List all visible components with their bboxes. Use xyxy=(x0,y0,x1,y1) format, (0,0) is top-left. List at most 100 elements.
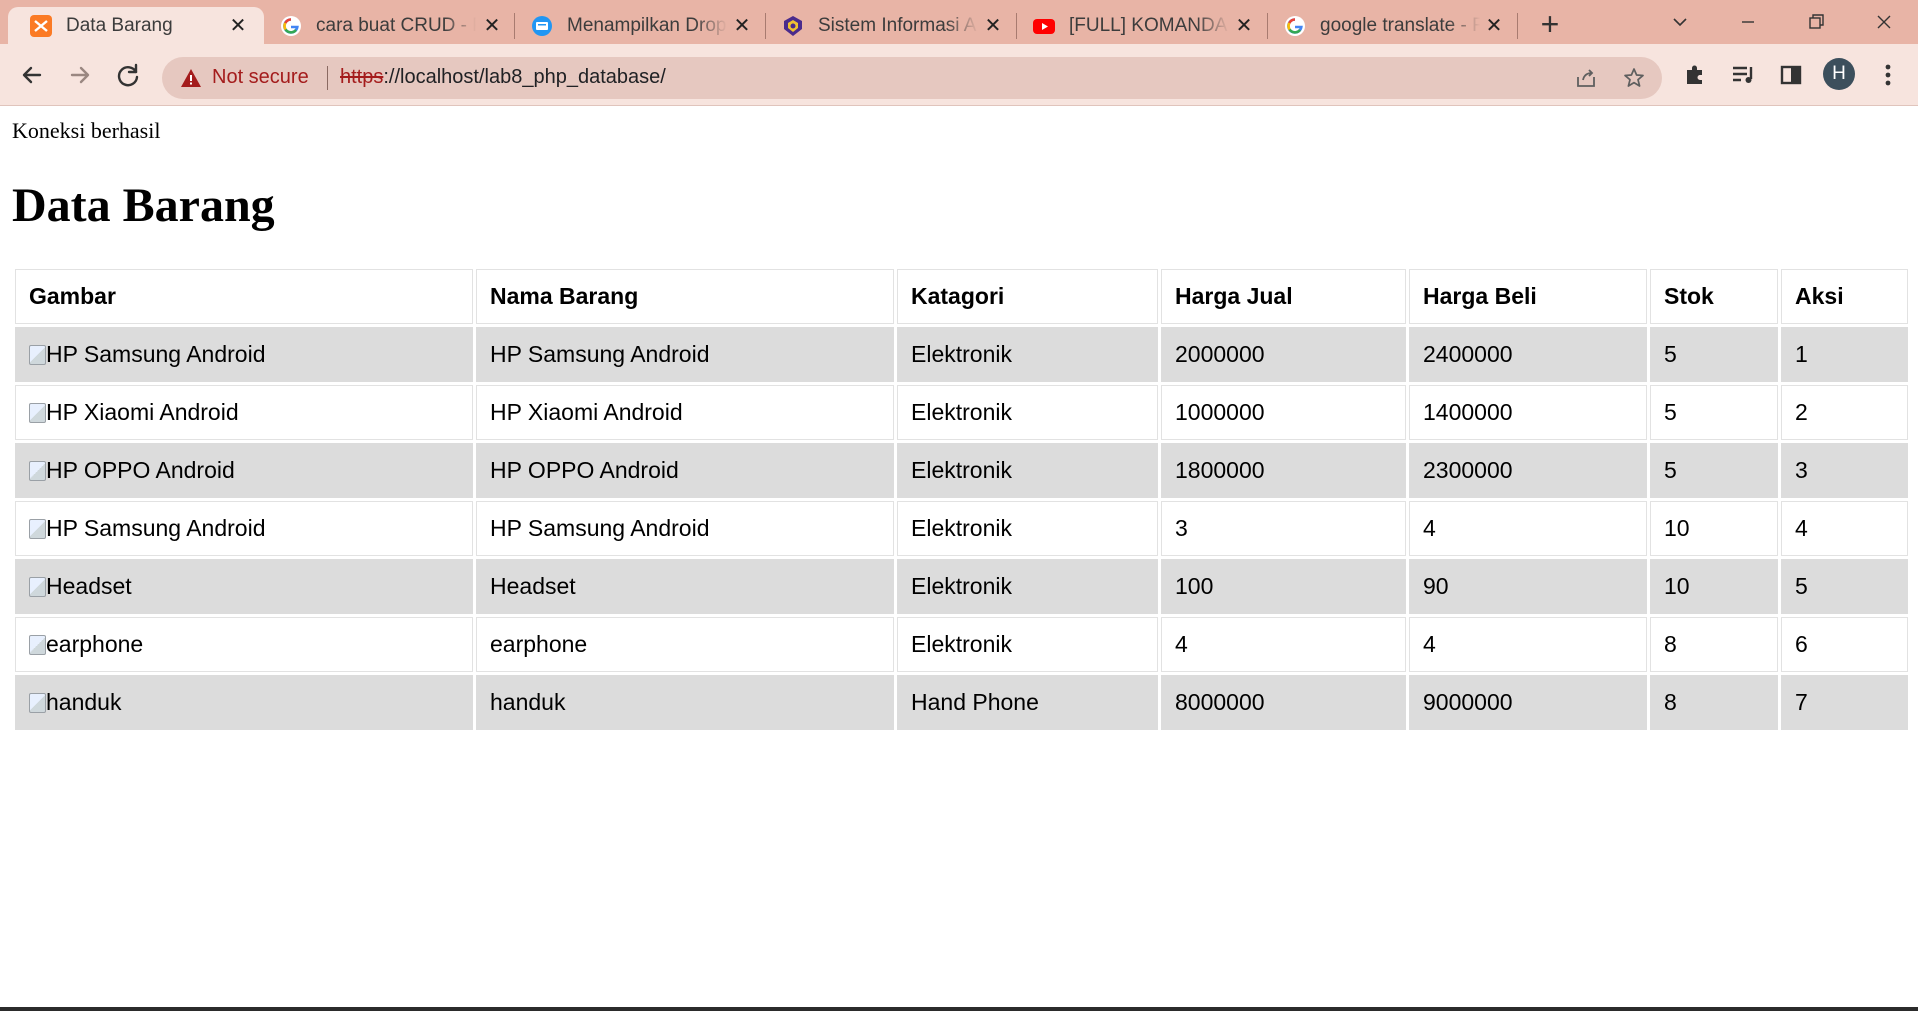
tab-menampilkan-drop[interactable]: Menampilkan Drop ✕ xyxy=(515,7,765,44)
warning-triangle-icon[interactable] xyxy=(180,67,202,89)
cell-harga-beli: 2400000 xyxy=(1409,327,1647,382)
data-barang-table: Gambar Nama Barang Katagori Harga Jual H… xyxy=(12,266,1911,733)
cell-stok: 8 xyxy=(1650,675,1778,730)
profile-avatar[interactable]: H xyxy=(1823,58,1855,90)
reload-icon[interactable] xyxy=(112,59,144,91)
cell-kategori: Elektronik xyxy=(897,443,1158,498)
broken-image-icon xyxy=(29,403,46,423)
broken-image-icon xyxy=(29,577,46,597)
page-content: Koneksi berhasil Data Barang Gambar Nama… xyxy=(0,106,1918,1006)
tab-youtube[interactable]: [FULL] KOMANDAN ✕ xyxy=(1017,7,1267,44)
tab-cara-buat-crud[interactable]: cara buat CRUD - P ✕ xyxy=(264,7,514,44)
cell-gambar: Headset xyxy=(15,559,473,614)
extensions-puzzle-icon[interactable] xyxy=(1679,59,1711,91)
column-header-harga-jual: Harga Jual xyxy=(1161,269,1406,324)
cell-nama-barang: Headset xyxy=(476,559,894,614)
cell-stok: 10 xyxy=(1650,559,1778,614)
cell-stok: 10 xyxy=(1650,501,1778,556)
broken-image-icon xyxy=(29,461,46,481)
youtube-icon xyxy=(1033,19,1055,34)
cell-kategori: Elektronik xyxy=(897,617,1158,672)
university-icon xyxy=(784,16,802,36)
close-tab-icon[interactable]: ✕ xyxy=(982,15,1004,37)
cell-nama-barang: HP OPPO Android xyxy=(476,443,894,498)
image-alt-text: HP Xiaomi Android xyxy=(46,399,239,425)
cell-aksi: 4 xyxy=(1781,501,1908,556)
more-menu-icon[interactable] xyxy=(1872,59,1904,91)
cell-nama-barang: HP Samsung Android xyxy=(476,501,894,556)
column-header-katagori: Katagori xyxy=(897,269,1158,324)
url-rest: ://localhost/lab8_php_database/ xyxy=(383,66,666,88)
cell-gambar: handuk xyxy=(15,675,473,730)
table-row: HP Samsung Android HP Samsung Android El… xyxy=(15,501,1908,556)
tab-sistem-informasi[interactable]: Sistem Informasi Al ✕ xyxy=(766,7,1016,44)
column-header-nama-barang: Nama Barang xyxy=(476,269,894,324)
tab-google-translate[interactable]: google translate - F ✕ xyxy=(1268,7,1518,44)
image-alt-text: earphone xyxy=(46,631,144,657)
address-bar[interactable]: Not secure https://localhost/lab8_php_da… xyxy=(162,57,1662,99)
tab-title: Sistem Informasi Al xyxy=(818,15,978,36)
column-header-gambar: Gambar xyxy=(15,269,473,324)
cell-kategori: Elektronik xyxy=(897,327,1158,382)
side-panel-icon[interactable] xyxy=(1775,59,1807,91)
cell-harga-jual: 3 xyxy=(1161,501,1406,556)
cell-harga-jual: 2000000 xyxy=(1161,327,1406,382)
cell-harga-beli: 2300000 xyxy=(1409,443,1647,498)
close-window-icon[interactable] xyxy=(1874,12,1894,32)
cell-nama-barang: earphone xyxy=(476,617,894,672)
column-header-aksi: Aksi xyxy=(1781,269,1908,324)
minimize-icon[interactable] xyxy=(1738,12,1758,32)
broken-image-icon xyxy=(29,693,46,713)
forward-arrow-icon[interactable] xyxy=(64,59,96,91)
close-tab-icon[interactable]: ✕ xyxy=(481,15,503,37)
new-tab-button[interactable]: + xyxy=(1535,8,1565,40)
cell-gambar: earphone xyxy=(15,617,473,672)
broken-image-icon xyxy=(29,635,46,655)
tab-title: cara buat CRUD - P xyxy=(316,15,476,36)
cell-harga-jual: 1800000 xyxy=(1161,443,1406,498)
close-tab-icon[interactable]: ✕ xyxy=(731,15,753,37)
cell-harga-beli: 4 xyxy=(1409,501,1647,556)
cell-harga-beli: 9000000 xyxy=(1409,675,1647,730)
cell-harga-jual: 1000000 xyxy=(1161,385,1406,440)
close-tab-icon[interactable]: ✕ xyxy=(1483,15,1505,37)
xampp-icon xyxy=(30,15,52,37)
page-title: Data Barang xyxy=(12,179,275,232)
chevron-down-icon[interactable] xyxy=(1670,12,1690,32)
security-status-label[interactable]: Not secure xyxy=(212,66,309,89)
cell-harga-jual: 4 xyxy=(1161,617,1406,672)
google-icon xyxy=(281,16,301,36)
cell-aksi: 6 xyxy=(1781,617,1908,672)
back-arrow-icon[interactable] xyxy=(16,59,48,91)
table-row: handuk handuk Hand Phone 8000000 9000000… xyxy=(15,675,1908,730)
cell-aksi: 1 xyxy=(1781,327,1908,382)
tab-title: [FULL] KOMANDAN xyxy=(1069,15,1229,36)
cell-kategori: Elektronik xyxy=(897,501,1158,556)
share-icon[interactable] xyxy=(1574,66,1598,90)
cell-aksi: 3 xyxy=(1781,443,1908,498)
table-row: HP Samsung Android HP Samsung Android El… xyxy=(15,327,1908,382)
cell-gambar: HP Samsung Android xyxy=(15,501,473,556)
image-alt-text: HP Samsung Android xyxy=(46,341,266,367)
cell-nama-barang: HP Xiaomi Android xyxy=(476,385,894,440)
restore-icon[interactable] xyxy=(1806,12,1826,32)
close-tab-icon[interactable]: ✕ xyxy=(1233,15,1255,37)
close-tab-icon[interactable]: ✕ xyxy=(227,15,249,37)
cell-stok: 5 xyxy=(1650,443,1778,498)
tab-title: Menampilkan Drop xyxy=(567,15,727,36)
tab-title: Data Barang xyxy=(66,15,173,36)
bookmark-star-icon[interactable] xyxy=(1622,66,1646,90)
image-alt-text: Headset xyxy=(46,573,132,599)
cell-gambar: HP OPPO Android xyxy=(15,443,473,498)
tab-data-barang[interactable]: Data Barang ✕ xyxy=(8,7,264,44)
media-control-icon[interactable] xyxy=(1727,59,1759,91)
broken-image-icon xyxy=(29,345,46,365)
cell-gambar: HP Xiaomi Android xyxy=(15,385,473,440)
tab-strip: Data Barang ✕ cara buat CRUD - P ✕ Menam… xyxy=(0,0,1918,44)
broken-image-icon xyxy=(29,519,46,539)
cell-harga-beli: 4 xyxy=(1409,617,1647,672)
cell-harga-beli: 1400000 xyxy=(1409,385,1647,440)
url-text[interactable]: https://localhost/lab8_php_database/ xyxy=(340,66,666,89)
column-header-stok: Stok xyxy=(1650,269,1778,324)
cell-harga-beli: 90 xyxy=(1409,559,1647,614)
